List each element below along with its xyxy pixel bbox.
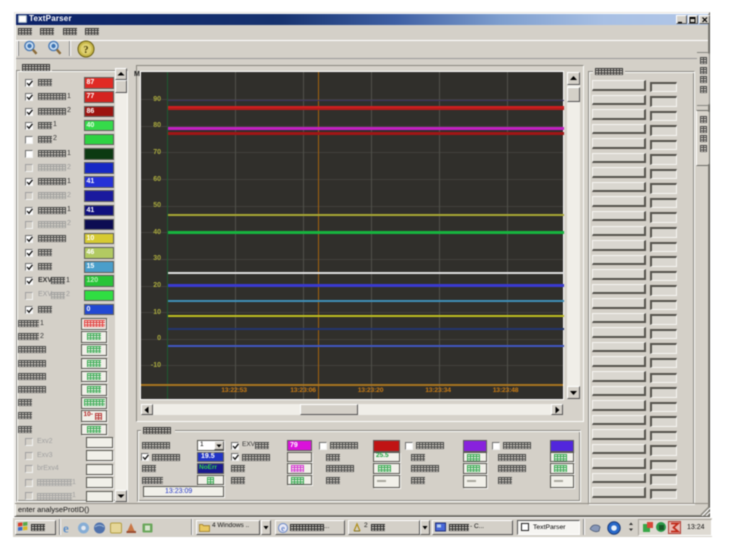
svg-text:e: e <box>63 521 69 535</box>
svg-text:?: ? <box>84 45 89 56</box>
svg-text:e: e <box>281 524 285 533</box>
